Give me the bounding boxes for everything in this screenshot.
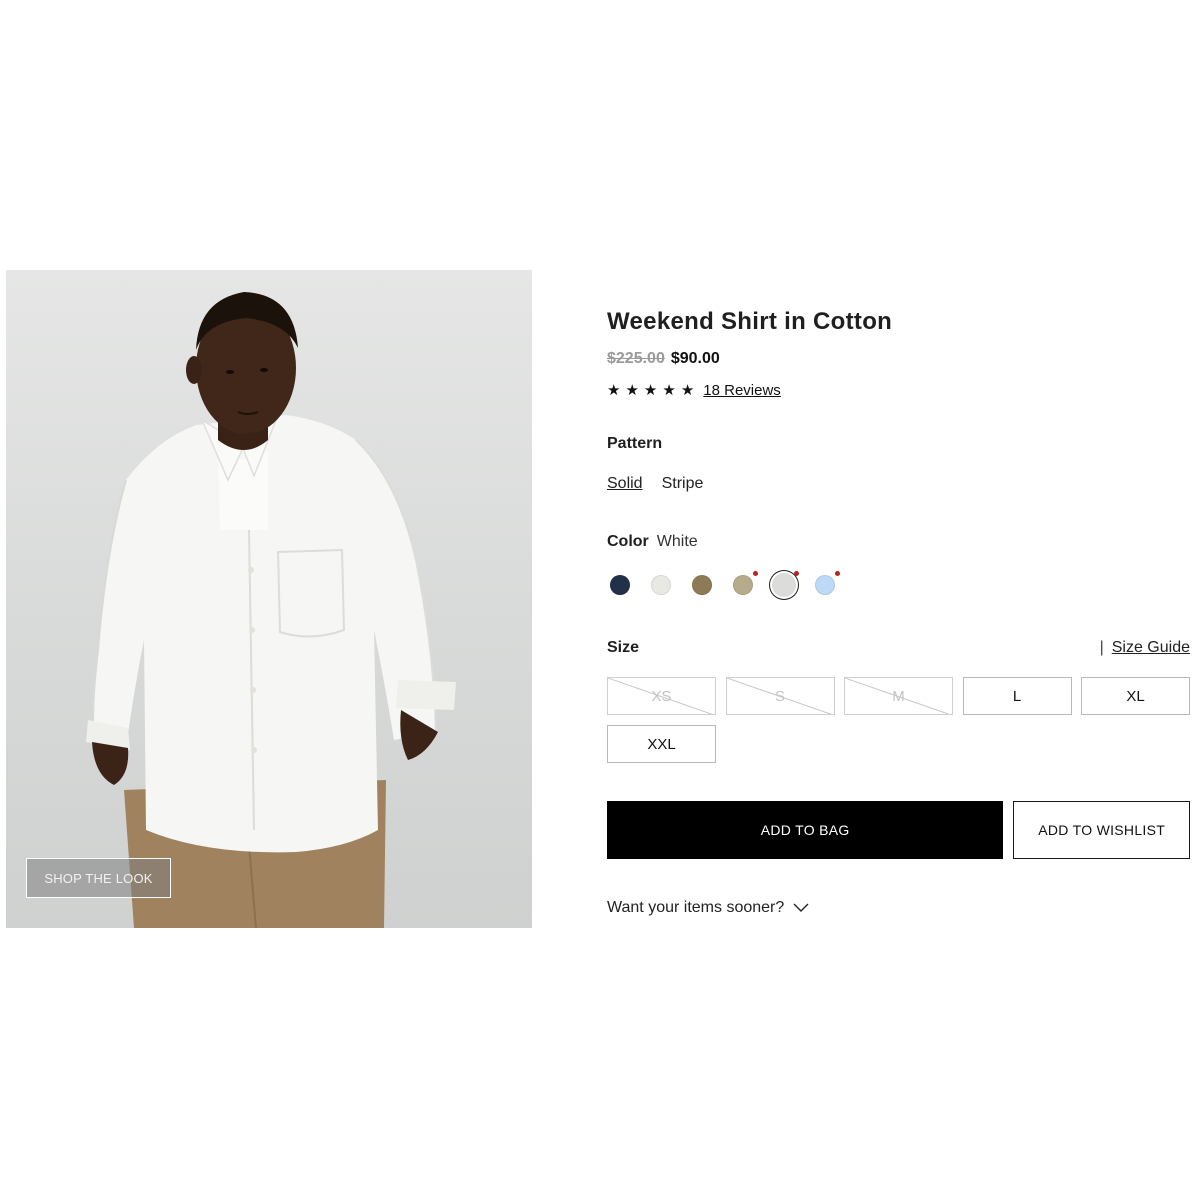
- swatch-fill: [692, 575, 712, 595]
- size-option[interactable]: L: [962, 677, 1072, 715]
- size-guide-link[interactable]: Size Guide: [1112, 639, 1190, 657]
- star-icon: ★: [643, 382, 658, 399]
- sale-price: $90.00: [670, 350, 720, 367]
- chevron-down-icon: [793, 903, 809, 912]
- size-option[interactable]: XXL: [607, 725, 716, 763]
- size-guide: | Size Guide: [1100, 639, 1190, 657]
- add-to-bag-button[interactable]: ADD TO BAG: [607, 801, 1004, 859]
- original-price: $225.00: [607, 350, 665, 367]
- swatch-fill: [772, 573, 796, 597]
- add-to-wishlist-button[interactable]: ADD TO WISHLIST: [1013, 801, 1190, 859]
- color-swatch[interactable]: [651, 575, 671, 595]
- color-swatch[interactable]: [815, 571, 840, 595]
- color-swatches: [607, 571, 1190, 597]
- price-block: $225.00 $90.00: [607, 350, 1190, 368]
- color-swatch[interactable]: [772, 571, 799, 597]
- size-label: Size: [607, 639, 640, 656]
- sale-indicator-dot: [794, 571, 799, 576]
- swatch-fill: [815, 575, 835, 595]
- star-icon: ★: [607, 382, 621, 399]
- cart-actions: ADD TO BAG ADD TO WISHLIST: [607, 801, 1190, 859]
- reviews-link[interactable]: 18 Reviews: [703, 382, 781, 399]
- swatch-fill: [733, 575, 753, 595]
- rating-row: ★ ★ ★ ★ ★ 18 Reviews: [607, 382, 1190, 399]
- product-photo: SHOP THE LOOK: [6, 270, 532, 928]
- pattern-options: Solid Stripe: [607, 475, 1190, 493]
- size-option[interactable]: XL: [1081, 677, 1190, 715]
- swatch-fill: [610, 575, 630, 595]
- size-option-label: S: [774, 687, 785, 705]
- size-header: Size | Size Guide: [607, 639, 1190, 657]
- color-row: Color White: [607, 533, 1190, 551]
- product-info: Weekend Shirt in Cotton $225.00 $90.00 ★…: [607, 300, 1190, 917]
- pattern-option-stripe[interactable]: Stripe: [662, 475, 704, 493]
- swatch-fill: [651, 575, 671, 595]
- color-swatch[interactable]: [733, 571, 758, 595]
- size-option-label: M: [892, 687, 905, 705]
- size-option[interactable]: XS: [607, 677, 716, 715]
- rating-stars: ★ ★ ★ ★ ★: [607, 383, 694, 398]
- size-option-label: L: [1012, 687, 1022, 705]
- pattern-label: Pattern: [607, 435, 663, 452]
- star-icon: ★: [625, 382, 639, 399]
- model-illustration: [86, 292, 456, 928]
- selected-color-name: White: [656, 533, 698, 550]
- size-option[interactable]: S: [725, 677, 835, 715]
- size-option-label: XS: [651, 687, 672, 705]
- color-swatch[interactable]: [692, 575, 712, 595]
- size-option[interactable]: M: [844, 677, 953, 715]
- size-options: XS S M L XL XXL: [607, 677, 1190, 763]
- size-option-label: XL: [1126, 687, 1145, 705]
- sale-indicator-dot: [753, 571, 758, 576]
- star-icon: ★: [680, 382, 695, 399]
- size-option-label: XXL: [647, 735, 676, 753]
- shop-the-look-button[interactable]: SHOP THE LOOK: [26, 858, 171, 898]
- delivery-options-label: Want your items sooner?: [607, 899, 785, 916]
- sale-indicator-dot: [835, 571, 840, 576]
- delivery-options-toggle[interactable]: Want your items sooner?: [607, 899, 1190, 917]
- color-swatch[interactable]: [610, 575, 630, 595]
- product-detail-page: SHOP THE LOOK Weekend Shirt in Cotton $2…: [0, 0, 1200, 1200]
- color-label: Color: [607, 533, 649, 550]
- divider: |: [1099, 639, 1104, 656]
- product-title: Weekend Shirt in Cotton: [607, 308, 893, 335]
- pattern-option-solid[interactable]: Solid: [607, 475, 643, 493]
- star-icon: ★: [662, 382, 676, 399]
